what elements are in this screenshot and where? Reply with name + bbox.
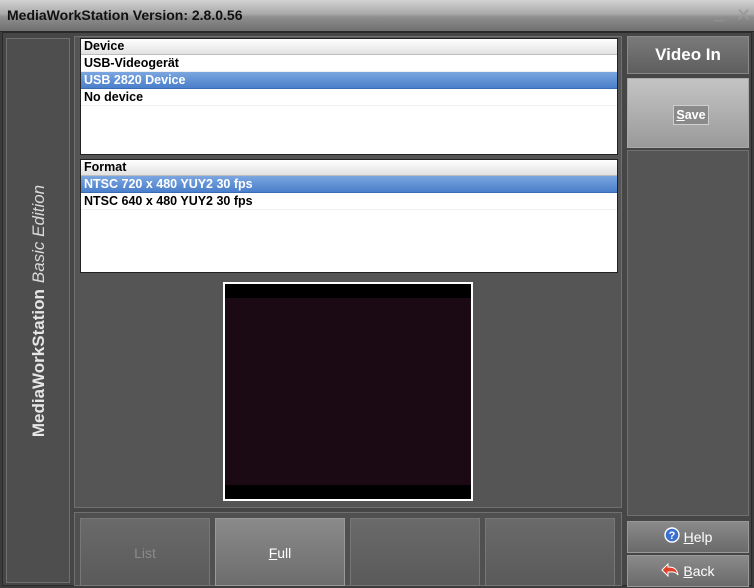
minimize-button[interactable]: _ [714,3,724,24]
title-bar: MediaWorkStation Version: 2.8.0.56 _ ✕ [0,0,754,32]
device-list-header[interactable]: Device [81,39,617,55]
help-button[interactable]: ? Help [627,521,749,553]
format-list[interactable]: Format NTSC 720 x 480 YUY2 30 fps NTSC 6… [80,159,618,273]
video-preview-screen [225,284,471,499]
format-list-header[interactable]: Format [81,160,617,176]
save-button[interactable]: Save [673,105,709,125]
format-row[interactable]: NTSC 720 x 480 YUY2 30 fps [81,176,617,193]
tab-empty-4[interactable] [485,518,615,586]
tab-empty-3[interactable] [350,518,480,586]
close-button[interactable]: ✕ [736,5,751,26]
device-row[interactable]: USB 2820 Device [81,72,617,89]
section-title: Video In [627,36,749,74]
tab-full-label: Full [268,545,292,561]
video-preview [223,282,473,501]
window-title: MediaWorkStation Version: 2.8.0.56 [7,7,243,23]
device-row[interactable]: USB-Videogerät [81,55,617,72]
back-arrow-icon [661,557,679,587]
back-button[interactable]: Back [627,555,749,587]
brand-name: MediaWorkStation [29,289,48,438]
help-circle-icon: ? [663,523,680,553]
svg-text:?: ? [668,530,675,542]
tab-full[interactable]: Full [215,518,345,586]
brand-edition: Basic Edition [29,184,48,284]
letterbox-top [225,284,471,298]
right-column [627,150,749,516]
tab-list-label: List [134,545,156,561]
brand-strip: MediaWorkStation Basic Edition [6,38,70,583]
tab-list[interactable]: List [80,518,210,586]
brand-label: MediaWorkStation Basic Edition [29,185,49,437]
device-list[interactable]: Device USB-Videogerät USB 2820 Device No… [80,38,618,155]
letterbox-bottom [225,485,471,499]
device-row[interactable]: No device [81,89,617,106]
format-row[interactable]: NTSC 640 x 480 YUY2 30 fps [81,193,617,210]
